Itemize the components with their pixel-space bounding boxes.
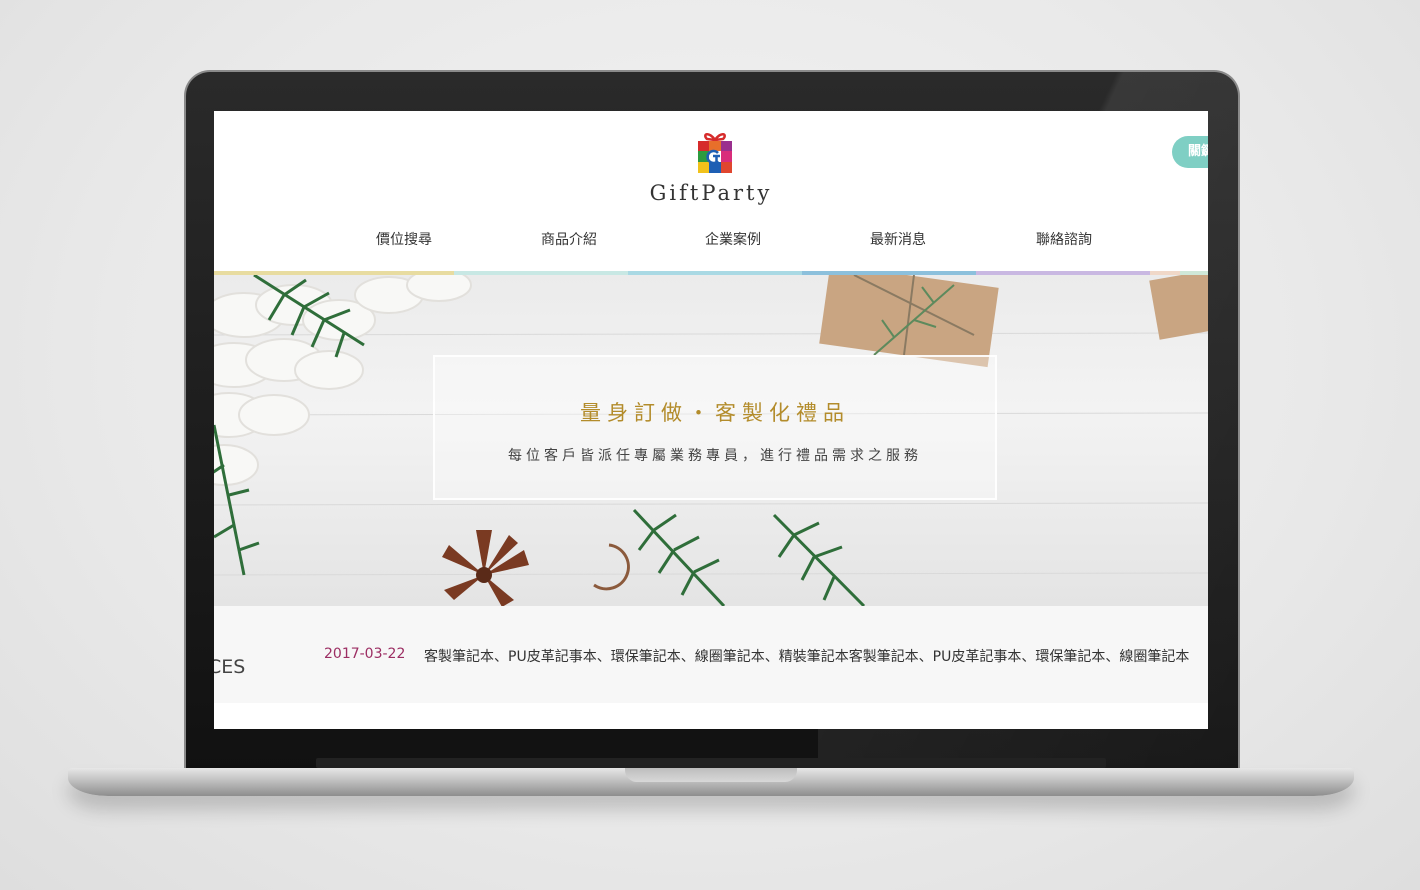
nav-item-price-search[interactable]: 價位搜尋 bbox=[376, 229, 432, 249]
site-header: GiftParty 關鍵 價位搜尋 商品介紹 企業案例 最新消息 聯絡諮詢 bbox=[214, 111, 1208, 271]
brand-wordmark[interactable]: GiftParty bbox=[214, 181, 1208, 205]
nav-item-contact[interactable]: 聯絡諮詢 bbox=[1036, 229, 1092, 249]
top-right-pill-button[interactable]: 關鍵 bbox=[1172, 136, 1208, 168]
nav-item-news[interactable]: 最新消息 bbox=[870, 229, 926, 249]
hero-subtitle: 每位客戶皆派任專屬業務專員，進行禮品需求之服務 bbox=[508, 448, 922, 464]
nav-item-corporate-cases[interactable]: 企業案例 bbox=[705, 229, 761, 249]
nav-item-products[interactable]: 商品介紹 bbox=[541, 229, 597, 249]
hero-caption-box: 量身訂做・客製化禮品 每位客戶皆派任專屬業務專員，進行禮品需求之服務 bbox=[433, 355, 997, 500]
news-date: 2017-03-22 bbox=[324, 646, 406, 662]
hero-banner: 量身訂做・客製化禮品 每位客戶皆派任專屬業務專員，進行禮品需求之服務 bbox=[214, 275, 1208, 606]
laptop-screen: GiftParty 關鍵 價位搜尋 商品介紹 企業案例 最新消息 聯絡諮詢 量身… bbox=[214, 111, 1208, 729]
section-heading-fragment: CES bbox=[214, 656, 246, 678]
laptop-notch bbox=[625, 768, 797, 782]
laptop-hinge bbox=[316, 758, 1106, 768]
news-strip: CES 2017-03-22 客製筆記本、PU皮革記事本、環保筆記本、線圈筆記本… bbox=[214, 606, 1208, 703]
hero-title: 量身訂做・客製化禮品 bbox=[580, 401, 850, 425]
news-headline-link[interactable]: 客製筆記本、PU皮革記事本、環保筆記本、線圈筆記本、精裝筆記本客製筆記本、PU皮… bbox=[424, 646, 1189, 666]
gift-box-logo-icon[interactable] bbox=[698, 129, 732, 173]
main-nav: 價位搜尋 商品介紹 企業案例 最新消息 聯絡諮詢 bbox=[214, 229, 1208, 251]
page-content-below bbox=[214, 703, 1208, 729]
